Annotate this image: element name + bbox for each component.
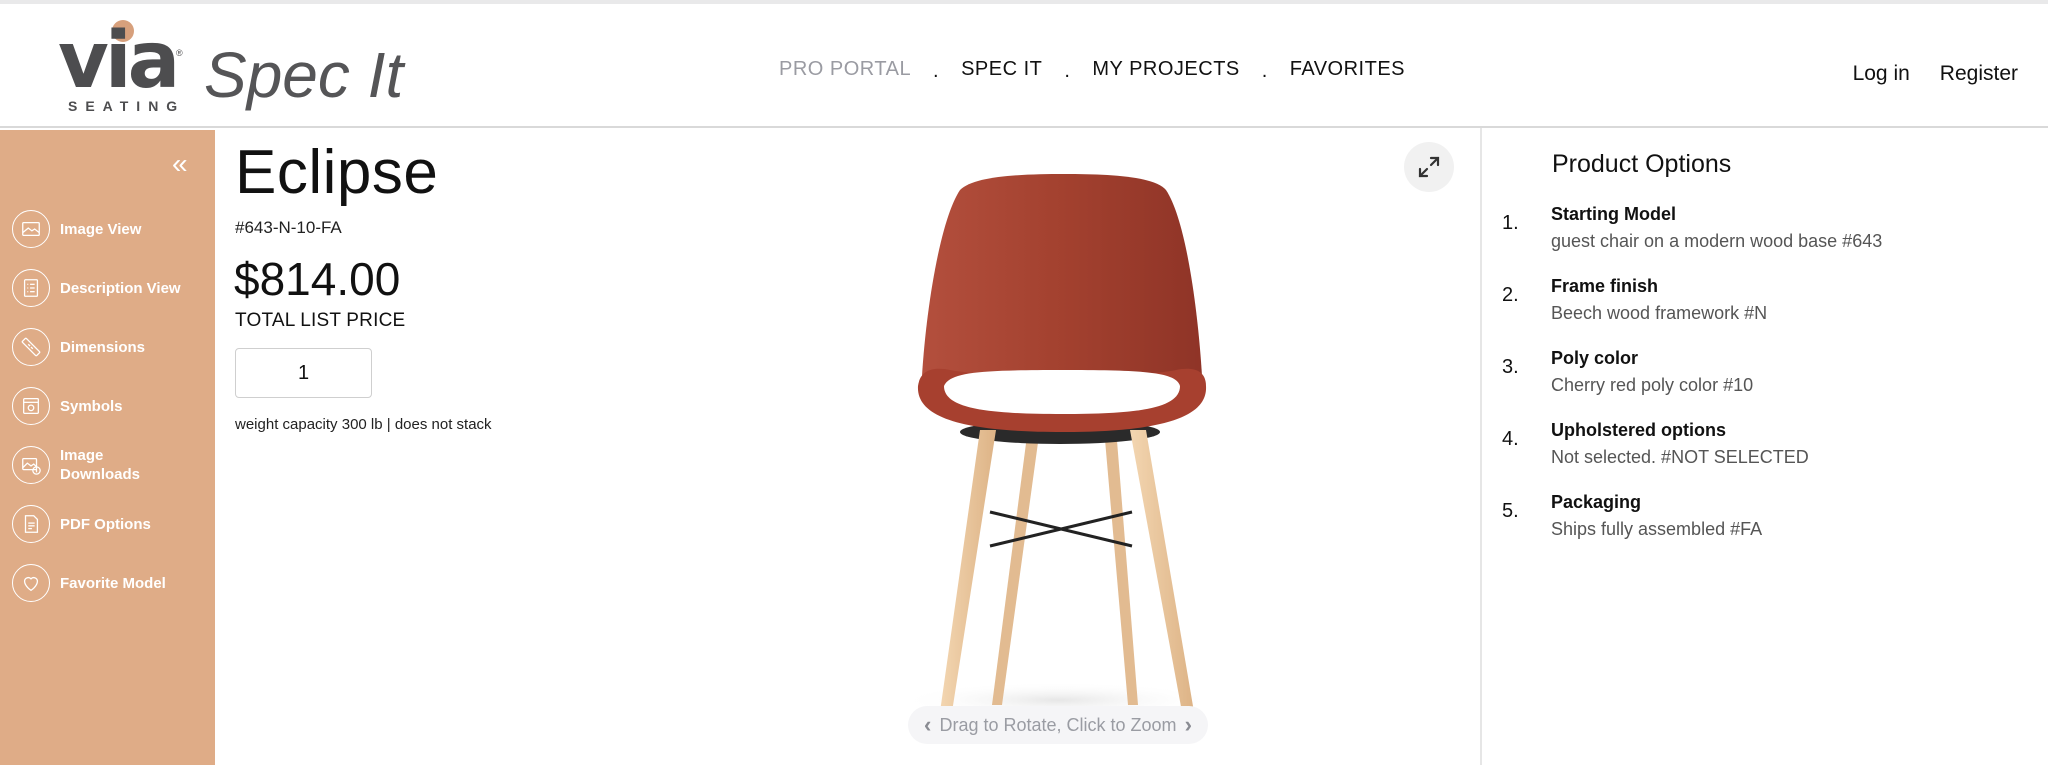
logo-subtitle: SEATING (68, 98, 186, 114)
sidebar-item-dimensions[interactable]: Dimensions (12, 325, 212, 369)
option-value: guest chair on a modern wood base #643 (1551, 231, 1883, 251)
sidebar-item-image-view[interactable]: Image View (12, 207, 212, 251)
sidebar-item-label: Image Downloads (60, 447, 141, 483)
register-link[interactable]: Register (1940, 62, 2018, 86)
main-nav: PRO PORTAL . SPEC IT . MY PROJECTS . FAV… (779, 54, 1405, 84)
product-price: $814.00 (234, 253, 401, 305)
pdf-icon (12, 505, 50, 543)
option-label: Packaging (1551, 492, 1642, 512)
image-icon (12, 210, 50, 248)
sidebar-item-symbols[interactable]: Symbols (12, 384, 212, 428)
nav-separator: . (1064, 59, 1071, 82)
sidebar-item-image-downloads[interactable]: Image Downloads (12, 443, 212, 487)
product-image[interactable] (860, 160, 1280, 720)
sidebar-item-label: Dimensions (60, 338, 146, 356)
rotate-hint: ‹ Drag to Rotate, Click to Zoom › (908, 706, 1208, 744)
logo-registered-mark: ® (176, 48, 183, 58)
option-label: Poly color (1551, 348, 1639, 368)
option-number: 5. (1502, 500, 1519, 522)
chevron-left-icon[interactable]: ‹ (924, 712, 931, 738)
sidebar-item-label: Symbols (60, 397, 123, 415)
nav-spec-it[interactable]: SPEC IT (961, 58, 1042, 81)
option-number: 3. (1502, 356, 1519, 378)
nav-pro-portal[interactable]: PRO PORTAL (779, 58, 911, 81)
sidebar-item-label: PDF Options (60, 515, 151, 533)
image-download-icon (12, 446, 50, 484)
collapse-sidebar-icon[interactable]: « (172, 150, 188, 178)
product-note: weight capacity 300 lb | does not stack (235, 416, 492, 433)
sidebar-item-label: Description View (60, 279, 181, 297)
login-link[interactable]: Log in (1853, 62, 1910, 86)
option-value: Ships fully assembled #FA (1551, 519, 1763, 539)
option-label: Starting Model (1551, 204, 1676, 224)
product-title: Eclipse (235, 138, 439, 207)
option-number: 4. (1502, 428, 1519, 450)
option-value: Cherry red poly color #10 (1551, 375, 1754, 395)
checklist-icon (12, 269, 50, 307)
option-value: Not selected. #NOT SELECTED (1551, 447, 1809, 467)
quantity-input[interactable]: 1 (235, 348, 372, 398)
ruler-icon (12, 328, 50, 366)
price-label: TOTAL LIST PRICE (235, 310, 406, 331)
site-header: via ® SEATING Spec It PRO PORTAL . SPEC … (0, 4, 2048, 128)
sidebar-item-favorite-model[interactable]: Favorite Model (12, 561, 212, 605)
nav-my-projects[interactable]: MY PROJECTS (1092, 58, 1239, 81)
brand-logo[interactable]: via ® SEATING Spec It (58, 16, 403, 118)
logo-wordmark: via (58, 16, 180, 106)
product-sku: #643-N-10-FA (235, 218, 342, 237)
expand-icon[interactable] (1404, 142, 1454, 192)
heart-icon (12, 564, 50, 602)
option-label: Frame finish (1551, 276, 1659, 296)
sidebar-item-label: Favorite Model (60, 574, 166, 592)
option-number: 2. (1502, 284, 1519, 306)
auth-links: Log in Register (1823, 62, 2018, 86)
nav-separator: . (933, 59, 940, 82)
option-label: Upholstered options (1551, 420, 1726, 440)
sidebar-item-description-view[interactable]: Description View (12, 266, 212, 310)
panel-title: Product Options (1552, 150, 1732, 178)
nav-separator: . (1261, 59, 1268, 82)
product-options-panel: Product Options 1. Starting Model guest … (1480, 128, 2048, 765)
option-value: Beech wood framework #N (1551, 303, 1768, 323)
nav-favorites[interactable]: FAVORITES (1290, 58, 1405, 81)
option-number: 1. (1502, 212, 1519, 234)
symbol-icon (12, 387, 50, 425)
chevron-right-icon[interactable]: › (1185, 712, 1192, 738)
sidebar-item-label: Image View (60, 220, 142, 238)
rotate-hint-text: Drag to Rotate, Click to Zoom (939, 714, 1177, 735)
app-name: Spec It (204, 39, 404, 111)
sidebar-item-pdf-options[interactable]: PDF Options (12, 502, 212, 546)
